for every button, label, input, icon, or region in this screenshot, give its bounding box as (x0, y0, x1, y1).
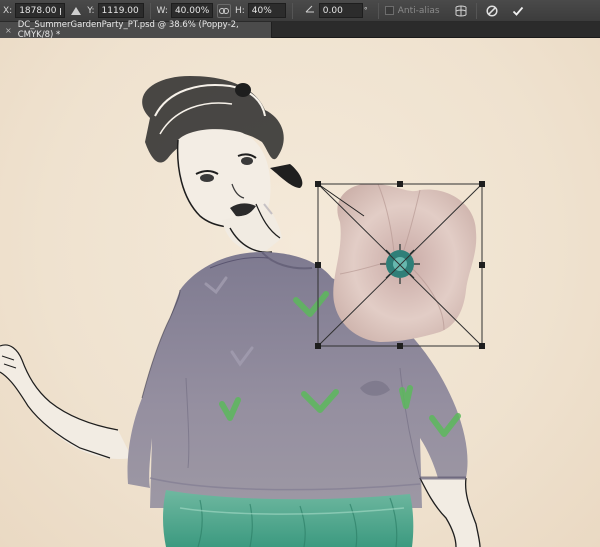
document-tab[interactable]: × DC_SummerGardenParty_PT.psd @ 38.6% (P… (0, 20, 272, 40)
handle-top-center[interactable] (397, 181, 403, 187)
cancel-transform-icon[interactable] (483, 2, 501, 20)
x-position-input[interactable] (15, 3, 66, 18)
degree-symbol: ° (363, 6, 368, 15)
width-label: W: (156, 5, 168, 16)
right-forearm-sketch (419, 476, 481, 547)
divider (475, 2, 477, 19)
handle-middle-right[interactable] (479, 262, 485, 268)
close-tab-icon[interactable]: × (5, 26, 12, 35)
handle-bottom-left[interactable] (315, 343, 321, 349)
warp-mode-icon[interactable] (452, 2, 470, 20)
document-canvas[interactable] (0, 38, 600, 547)
y-label: Y: (87, 5, 95, 16)
handle-top-right[interactable] (479, 181, 485, 187)
height-label: H: (234, 5, 245, 16)
document-tab-bar: × DC_SummerGardenParty_PT.psd @ 38.6% (P… (0, 20, 600, 40)
height-input[interactable] (247, 3, 286, 18)
chain-link-icon[interactable] (216, 3, 231, 18)
y-position-input[interactable] (97, 3, 144, 18)
divider (291, 2, 293, 19)
handle-top-left[interactable] (315, 181, 321, 187)
document-tab-title: DC_SummerGardenParty_PT.psd @ 38.6% (Pop… (17, 20, 239, 40)
handle-middle-left[interactable] (315, 262, 321, 268)
commit-transform-icon[interactable] (509, 2, 527, 20)
handle-bottom-center[interactable] (397, 343, 403, 349)
poppy-flower[interactable] (333, 183, 477, 342)
divider (149, 2, 151, 19)
relative-position-delta-icon[interactable] (71, 6, 82, 15)
face-sketch (176, 129, 271, 229)
width-input[interactable] (170, 3, 213, 18)
anti-alias-checkbox[interactable] (384, 6, 394, 15)
rotate-angle-icon (305, 5, 315, 16)
handle-bottom-right[interactable] (479, 343, 485, 349)
x-label: X: (3, 5, 13, 16)
rotate-input[interactable] (318, 3, 363, 18)
divider (377, 2, 379, 19)
raised-hand-sketch (0, 344, 132, 460)
anti-alias-label: Anti-alias (397, 5, 440, 16)
artwork-illustration (0, 76, 485, 547)
transform-options-bar: X: Y: W: H: ° Anti-alias (0, 0, 600, 22)
